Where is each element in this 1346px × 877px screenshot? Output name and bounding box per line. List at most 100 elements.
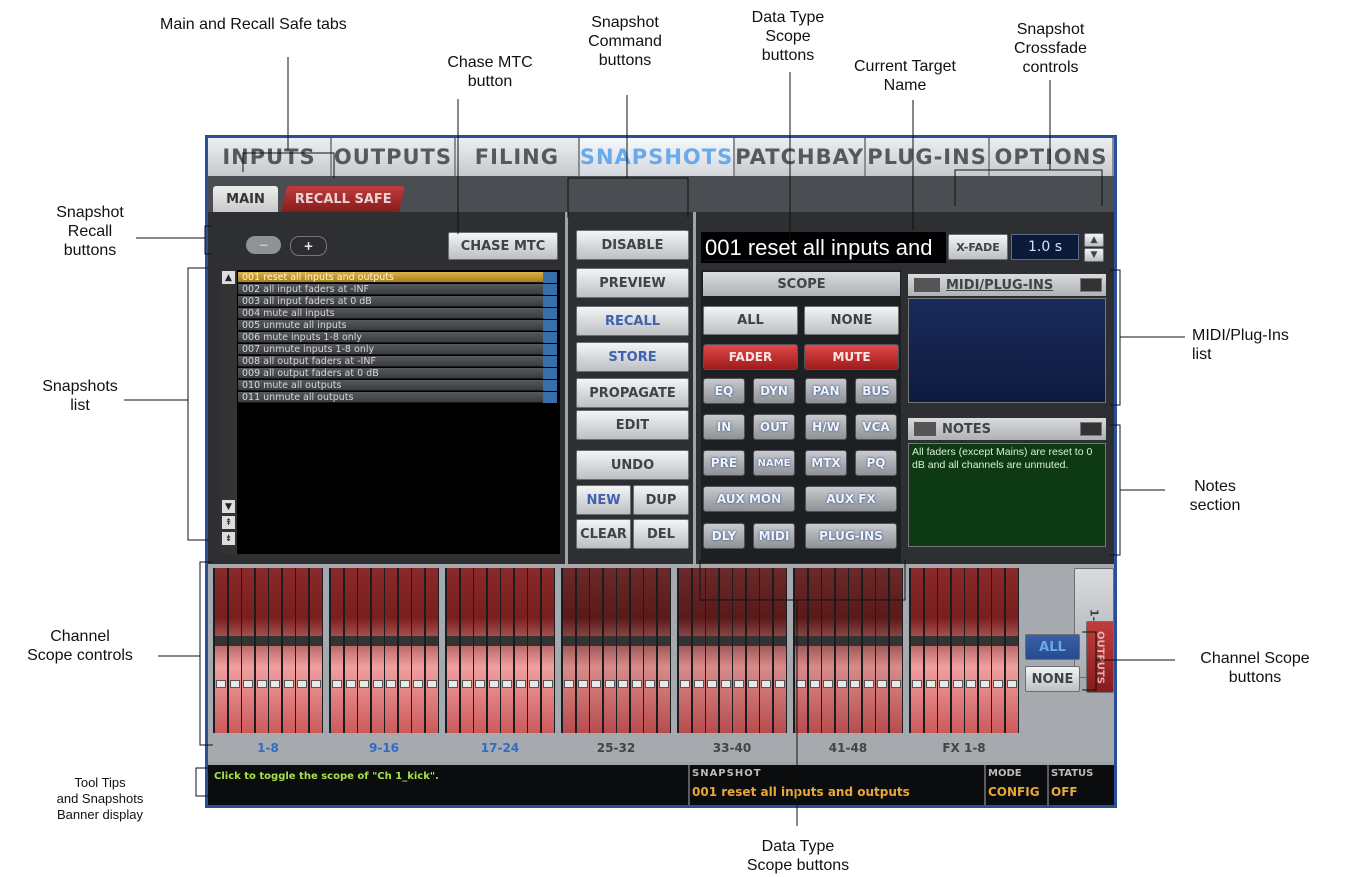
- channel-strip[interactable]: [773, 568, 786, 733]
- channel-scope-all-button[interactable]: ALL: [1025, 634, 1080, 660]
- channel-scope-none-button[interactable]: NONE: [1025, 666, 1080, 692]
- store-button[interactable]: STORE: [576, 342, 689, 372]
- channel-strip[interactable]: [358, 568, 370, 733]
- scope-none-button[interactable]: NONE: [804, 306, 899, 335]
- channel-strip[interactable]: [590, 568, 602, 733]
- fader-cap-icon[interactable]: [631, 680, 642, 688]
- fader-cap-icon[interactable]: [283, 680, 294, 688]
- channel-strip[interactable]: [760, 568, 772, 733]
- snapshot-list-item[interactable]: 003 all input faders at 0 dB: [238, 296, 543, 307]
- channel-bank-5[interactable]: [677, 568, 787, 733]
- fader-cap-icon[interactable]: [877, 680, 887, 688]
- fader-cap-icon[interactable]: [1006, 680, 1017, 688]
- channel-strip[interactable]: [282, 568, 295, 733]
- channel-strip[interactable]: [876, 568, 888, 733]
- fader-cap-icon[interactable]: [577, 680, 588, 688]
- channel-strip[interactable]: [835, 568, 848, 733]
- scope-auxfx-button[interactable]: AUX FX: [805, 486, 897, 512]
- fader-cap-icon[interactable]: [216, 680, 226, 688]
- fader-cap-icon[interactable]: [475, 680, 485, 688]
- tab-inputs[interactable]: INPUTS: [208, 138, 332, 176]
- fader-cap-icon[interactable]: [809, 680, 820, 688]
- channel-strip[interactable]: [733, 568, 745, 733]
- channel-strip[interactable]: [487, 568, 500, 733]
- fader-cap-icon[interactable]: [332, 680, 342, 688]
- preview-button[interactable]: PREVIEW: [576, 268, 689, 298]
- channel-bank-2[interactable]: [329, 568, 439, 733]
- scope-vca-button[interactable]: VCA: [855, 414, 897, 440]
- bank-label[interactable]: 17-24: [445, 741, 555, 759]
- channel-bank-6[interactable]: [793, 568, 903, 733]
- channel-strip[interactable]: [911, 568, 923, 733]
- channel-bank-7[interactable]: [909, 568, 1019, 733]
- channel-strip[interactable]: [965, 568, 977, 733]
- channel-strip[interactable]: [924, 568, 937, 733]
- fader-cap-icon[interactable]: [413, 680, 423, 688]
- fader-cap-icon[interactable]: [836, 680, 847, 688]
- channel-strip[interactable]: [822, 568, 834, 733]
- tab-plug-ins[interactable]: PLUG-INS: [866, 138, 991, 176]
- fader-cap-icon[interactable]: [774, 680, 785, 688]
- scope-name-button[interactable]: NAME: [753, 450, 795, 476]
- scope-pq-button[interactable]: PQ: [855, 450, 897, 476]
- scope-dly-button[interactable]: DLY: [703, 523, 745, 549]
- bank-label[interactable]: 25-32: [561, 741, 671, 759]
- snapshot-list-item[interactable]: 008 all output faders at -INF: [238, 356, 543, 367]
- scroll-up-icon[interactable]: ▲: [222, 271, 235, 284]
- dup-button[interactable]: DUP: [633, 485, 689, 515]
- fader-cap-icon[interactable]: [645, 680, 655, 688]
- fader-cap-icon[interactable]: [952, 680, 963, 688]
- new-button[interactable]: NEW: [576, 485, 631, 515]
- bank-label[interactable]: 1-8: [213, 741, 323, 759]
- fader-cap-icon[interactable]: [426, 680, 437, 688]
- disable-button[interactable]: DISABLE: [576, 230, 689, 260]
- channel-strip[interactable]: [255, 568, 268, 733]
- fader-cap-icon[interactable]: [912, 680, 922, 688]
- xfade-button[interactable]: X-FADE: [948, 234, 1008, 260]
- fader-cap-icon[interactable]: [345, 680, 356, 688]
- recall-button[interactable]: RECALL: [576, 306, 689, 336]
- channel-strip[interactable]: [1005, 568, 1018, 733]
- fader-cap-icon[interactable]: [229, 680, 240, 688]
- tab-filing[interactable]: FILING: [455, 138, 580, 176]
- channel-strip[interactable]: [514, 568, 527, 733]
- bank-label[interactable]: 41-48: [793, 741, 903, 759]
- snapshot-list-item[interactable]: 006 mute inputs 1-8 only: [238, 332, 543, 343]
- scope-midi-button[interactable]: MIDI: [753, 523, 795, 549]
- recall-previous-button[interactable]: −: [246, 236, 281, 254]
- chase-mtc-button[interactable]: CHASE MTC: [448, 232, 558, 260]
- fader-cap-icon[interactable]: [564, 680, 574, 688]
- fader-cap-icon[interactable]: [850, 680, 860, 688]
- fader-cap-icon[interactable]: [618, 680, 628, 688]
- scope-all-button[interactable]: ALL: [703, 306, 798, 335]
- tab-options[interactable]: OPTIONS: [990, 138, 1114, 176]
- scope-pre-button[interactable]: PRE: [703, 450, 745, 476]
- scope-bus-button[interactable]: BUS: [855, 378, 897, 404]
- fader-cap-icon[interactable]: [243, 680, 253, 688]
- snapshot-list-item[interactable]: 009 all output faders at 0 dB: [238, 368, 543, 379]
- scope-fader-button[interactable]: FADER: [703, 344, 798, 370]
- xfade-value[interactable]: 1.0 s: [1011, 234, 1079, 260]
- fader-cap-icon[interactable]: [270, 680, 280, 688]
- snapshot-list-item[interactable]: 007 unmute inputs 1-8 only: [238, 344, 543, 355]
- bank-label[interactable]: FX 1-8: [909, 741, 1019, 759]
- fader-cap-icon[interactable]: [386, 680, 396, 688]
- channel-strip[interactable]: [992, 568, 1004, 733]
- fader-cap-icon[interactable]: [256, 680, 267, 688]
- recall-next-button[interactable]: +: [290, 236, 327, 256]
- channel-strip[interactable]: [692, 568, 705, 733]
- fader-cap-icon[interactable]: [939, 680, 949, 688]
- fader-cap-icon[interactable]: [761, 680, 771, 688]
- channel-strip[interactable]: [344, 568, 357, 733]
- fader-cap-icon[interactable]: [734, 680, 744, 688]
- channel-strip[interactable]: [541, 568, 554, 733]
- snapshot-list-item[interactable]: 001 reset all inputs and outputs: [238, 272, 543, 283]
- channel-strip[interactable]: [862, 568, 875, 733]
- scope-auxmon-button[interactable]: AUX MON: [703, 486, 795, 512]
- channel-strip[interactable]: [474, 568, 486, 733]
- snapshot-list-item[interactable]: 010 mute all outputs: [238, 380, 543, 391]
- fader-cap-icon[interactable]: [359, 680, 369, 688]
- channel-strip[interactable]: [563, 568, 575, 733]
- fader-cap-icon[interactable]: [542, 680, 553, 688]
- snapshot-list-item[interactable]: 011 unmute all outputs: [238, 392, 543, 403]
